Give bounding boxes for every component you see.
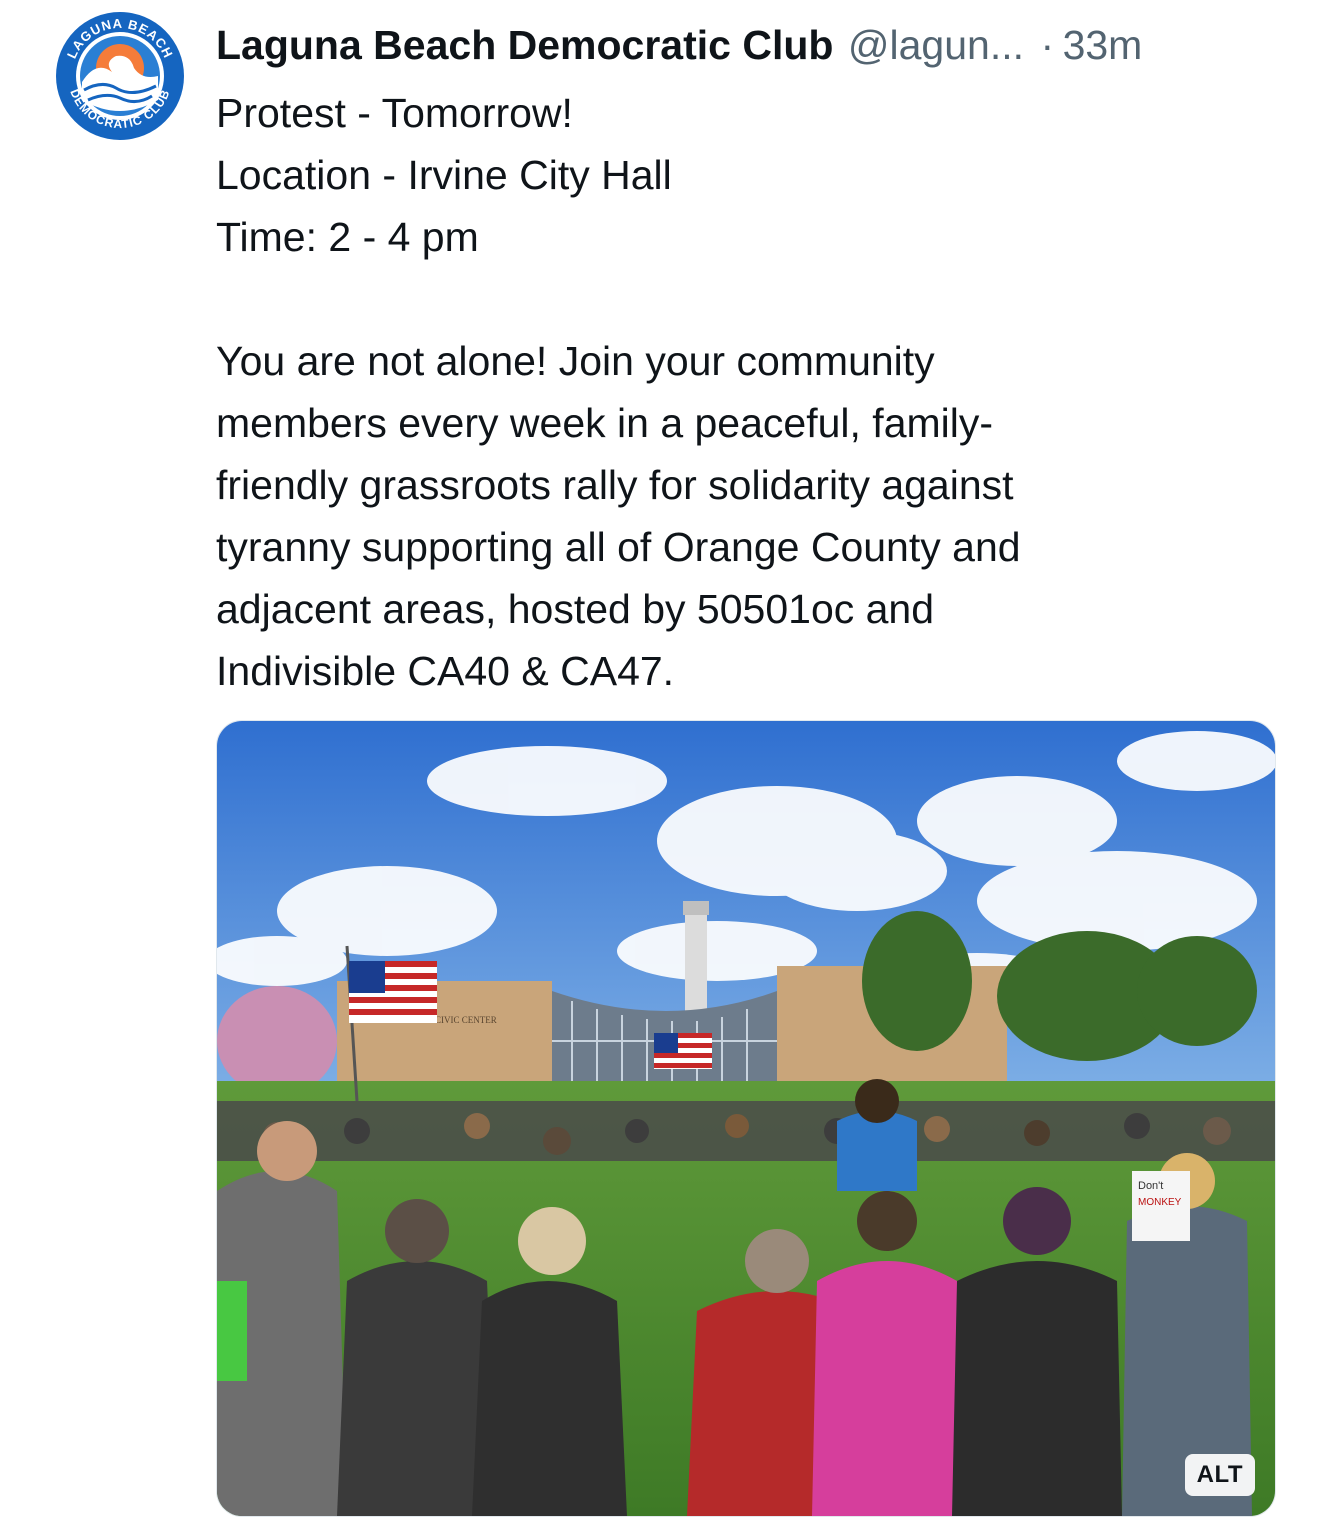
- laguna-beach-democratic-club-logo-icon: LAGUNA BEACH DEMOCRATIC CLUB: [56, 12, 184, 140]
- protest-sign-text: MONKEY: [1138, 1197, 1182, 1208]
- post-text-line: Protest - Tomorrow!: [216, 90, 573, 136]
- post-text-line: You are not alone! Join your community: [216, 338, 935, 384]
- post-text-line: tyranny supporting all of Orange County …: [216, 524, 1021, 570]
- post-timestamp[interactable]: 33m: [1063, 22, 1143, 68]
- post-text-line: friendly grassroots rally for solidarity…: [216, 462, 1014, 508]
- author-avatar[interactable]: LAGUNA BEACH DEMOCRATIC CLUB: [54, 10, 186, 142]
- post-text-line: members every week in a peaceful, family…: [216, 400, 994, 446]
- post-media-image[interactable]: CIVIC CENTER Don't MONKEY ALT: [216, 720, 1276, 1517]
- us-flag-icon: [654, 1033, 712, 1069]
- protest-sign-text: Don't: [1138, 1180, 1163, 1192]
- post-text-line: Indivisible CA40 & CA47.: [216, 648, 675, 694]
- us-flag-icon: [349, 961, 437, 1023]
- alt-text-button[interactable]: ALT: [1184, 1454, 1255, 1496]
- header-separator: ·: [1040, 22, 1055, 68]
- author-name[interactable]: Laguna Beach Democratic Club: [216, 22, 833, 68]
- post-text-line: Time: 2 - 4 pm: [216, 214, 479, 260]
- civic-center-sign: CIVIC CENTER: [435, 1015, 497, 1025]
- post-text-line: adjacent areas, hosted by 50501oc and: [216, 586, 935, 632]
- post-text-blank-line: [216, 268, 1276, 330]
- protest-crowd-photo: CIVIC CENTER Don't MONKEY: [217, 721, 1275, 1516]
- post-text-line: Location - Irvine City Hall: [216, 152, 672, 198]
- author-handle[interactable]: @lagun...: [848, 22, 1024, 68]
- post-text: Protest - Tomorrow! Location - Irvine Ci…: [216, 82, 1276, 702]
- post-header: Laguna Beach Democratic Club @lagun... ·…: [216, 22, 1286, 72]
